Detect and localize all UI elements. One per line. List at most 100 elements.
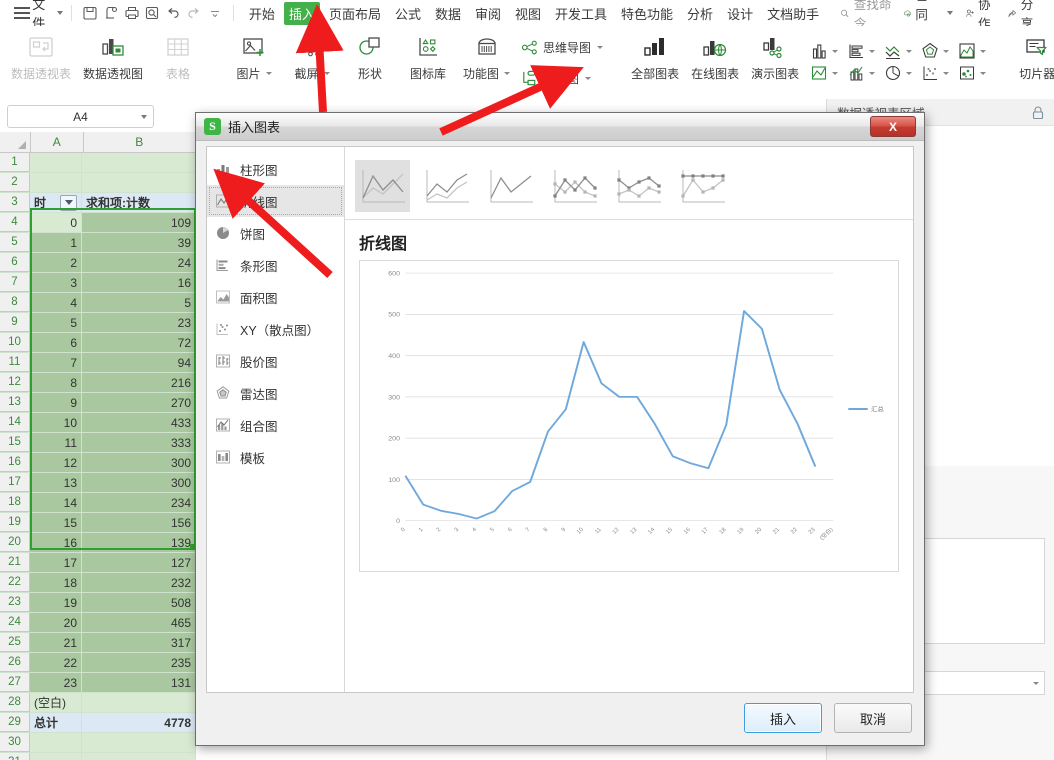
row-header[interactable]: 30 [0, 733, 30, 752]
cell-b[interactable]: 求和项:计数 [82, 193, 196, 212]
cell-b[interactable]: 235 [82, 653, 196, 672]
table-row[interactable]: 12 8 216 [0, 373, 196, 393]
chevron-down-icon[interactable] [980, 71, 987, 75]
cell-a[interactable]: 22 [30, 653, 82, 672]
cell-a[interactable]: 3 [30, 273, 82, 292]
icon-library-button[interactable]: 图标库 [399, 28, 457, 95]
chevron-down-icon[interactable] [906, 49, 913, 53]
cell-b[interactable]: 23 [82, 313, 196, 332]
table-row[interactable]: 27 23 131 [0, 673, 196, 693]
cell-b[interactable]: 4778 [82, 713, 196, 732]
cell-b[interactable]: 24 [82, 253, 196, 272]
name-box[interactable]: A4 [7, 105, 154, 128]
row-header[interactable]: 23 [0, 593, 30, 612]
chart-type-item-9[interactable]: 模板 [207, 441, 344, 473]
mindmap-button[interactable]: 思维导图 [516, 32, 607, 63]
select-all-corner[interactable] [0, 132, 31, 152]
picture-button[interactable]: 图片 [225, 28, 283, 95]
print-search-icon[interactable] [144, 3, 161, 23]
cell-a[interactable]: 19 [30, 593, 82, 612]
cell-a[interactable]: 0 [30, 213, 82, 232]
tab-page-layout[interactable]: 页面布局 [324, 2, 386, 25]
chevron-down-icon[interactable] [946, 11, 953, 15]
table-row[interactable]: 1 [0, 153, 196, 173]
save-icon[interactable] [82, 3, 99, 23]
cell-a[interactable]: 10 [30, 413, 82, 432]
table-row[interactable]: 26 22 235 [0, 653, 196, 673]
presentation-charts-button[interactable]: 演示图表 [745, 28, 805, 95]
table-row[interactable]: 19 15 156 [0, 513, 196, 533]
chevron-down-icon[interactable] [597, 46, 604, 49]
tab-doc-assistant[interactable]: 文档助手 [762, 2, 824, 25]
row-header[interactable]: 17 [0, 473, 30, 492]
chevron-down-icon[interactable] [980, 49, 987, 53]
cell-a[interactable] [30, 153, 82, 172]
row-header[interactable]: 18 [0, 493, 30, 512]
menu-hamburger-icon[interactable] [14, 7, 30, 19]
chevron-down-icon[interactable] [504, 72, 511, 75]
table-row[interactable]: 31 [0, 753, 196, 760]
slicer-button[interactable]: 切片器 [1008, 28, 1054, 95]
bar-chart-button[interactable] [842, 40, 879, 62]
tab-review[interactable]: 审阅 [470, 2, 506, 25]
chart-type-item-5[interactable]: XY（散点图） [207, 313, 344, 345]
cell-b[interactable] [82, 753, 196, 760]
cell-a[interactable]: 17 [30, 553, 82, 572]
tab-view[interactable]: 视图 [510, 2, 546, 25]
chart-subtype-line-stacked-marker[interactable] [611, 160, 666, 212]
row-header[interactable]: 12 [0, 373, 30, 392]
row-header[interactable]: 7 [0, 273, 30, 292]
row-header[interactable]: 27 [0, 673, 30, 692]
cell-b[interactable]: 131 [82, 673, 196, 692]
table-row[interactable]: 13 9 270 [0, 393, 196, 413]
tab-design[interactable]: 设计 [722, 2, 758, 25]
cell-b[interactable]: 94 [82, 353, 196, 372]
table-row[interactable]: 10 6 72 [0, 333, 196, 353]
row-header[interactable]: 1 [0, 153, 30, 172]
chevron-down-icon[interactable] [869, 49, 876, 53]
tab-insert[interactable]: 插入 [283, 1, 320, 25]
table-row[interactable]: 25 21 317 [0, 633, 196, 653]
function-chart-button[interactable]: 功能图 [457, 28, 516, 95]
scatter-chart-button[interactable] [916, 62, 953, 84]
online-charts-button[interactable]: 在线图表 [685, 28, 745, 95]
cell-a[interactable] [30, 753, 82, 760]
chevron-down-icon[interactable] [141, 115, 147, 119]
column-header-b[interactable]: B [84, 132, 196, 152]
cell-a[interactable]: 时 [30, 193, 82, 212]
pivot-chart-button[interactable]: 数据透视图 [77, 28, 149, 95]
chevron-down-icon[interactable] [906, 71, 913, 75]
table-row[interactable]: 11 7 94 [0, 353, 196, 373]
cell-a[interactable]: 4 [30, 293, 82, 312]
spreadsheet-grid[interactable]: A B 1 2 3 时求和项:计数 4 0 109 5 1 39 6 2 24 7 3 16 8 4 5 9 5 23 10… [0, 132, 196, 760]
table-row[interactable]: 6 2 24 [0, 253, 196, 273]
tab-dev-tools[interactable]: 开发工具 [550, 2, 612, 25]
cell-a[interactable]: 2 [30, 253, 82, 272]
pie-chart-button[interactable] [879, 62, 916, 84]
cell-b[interactable] [82, 153, 196, 172]
table-row[interactable]: 23 19 508 [0, 593, 196, 613]
cell-b[interactable]: 5 [82, 293, 196, 312]
cell-b[interactable]: 433 [82, 413, 196, 432]
chart-type-item-2[interactable]: 饼图 [207, 217, 344, 249]
row-header[interactable]: 22 [0, 573, 30, 592]
chart-type-list[interactable]: 柱形图 折线图 饼图 条形图 面积图 XY（散点图） 股价图 雷达图 组合图 模板 [207, 147, 345, 692]
row-header[interactable]: 26 [0, 653, 30, 672]
cell-b[interactable]: 317 [82, 633, 196, 652]
tab-start[interactable]: 开始 [244, 2, 280, 25]
print-preview-icon[interactable] [103, 3, 120, 23]
cell-a[interactable]: 1 [30, 233, 82, 252]
lock-icon[interactable] [1031, 105, 1045, 120]
insert-chart-dialog[interactable]: S 插入图表 X 柱形图 折线图 饼图 条形图 面积图 XY（散点图） 股价图 雷达图 组合图模… [195, 112, 925, 746]
cell-b[interactable] [82, 733, 196, 752]
row-header[interactable]: 15 [0, 433, 30, 452]
table-row[interactable]: 20 16 139 [0, 533, 196, 553]
chart-subtype-thumbnails[interactable] [345, 147, 913, 220]
cell-b[interactable]: 216 [82, 373, 196, 392]
bubble-chart-button[interactable] [953, 62, 990, 84]
chevron-down-icon[interactable] [57, 11, 64, 15]
cell-a[interactable]: 12 [30, 453, 82, 472]
chart-type-item-3[interactable]: 条形图 [207, 249, 344, 281]
chart-type-item-4[interactable]: 面积图 [207, 281, 344, 313]
cell-a[interactable]: 14 [30, 493, 82, 512]
